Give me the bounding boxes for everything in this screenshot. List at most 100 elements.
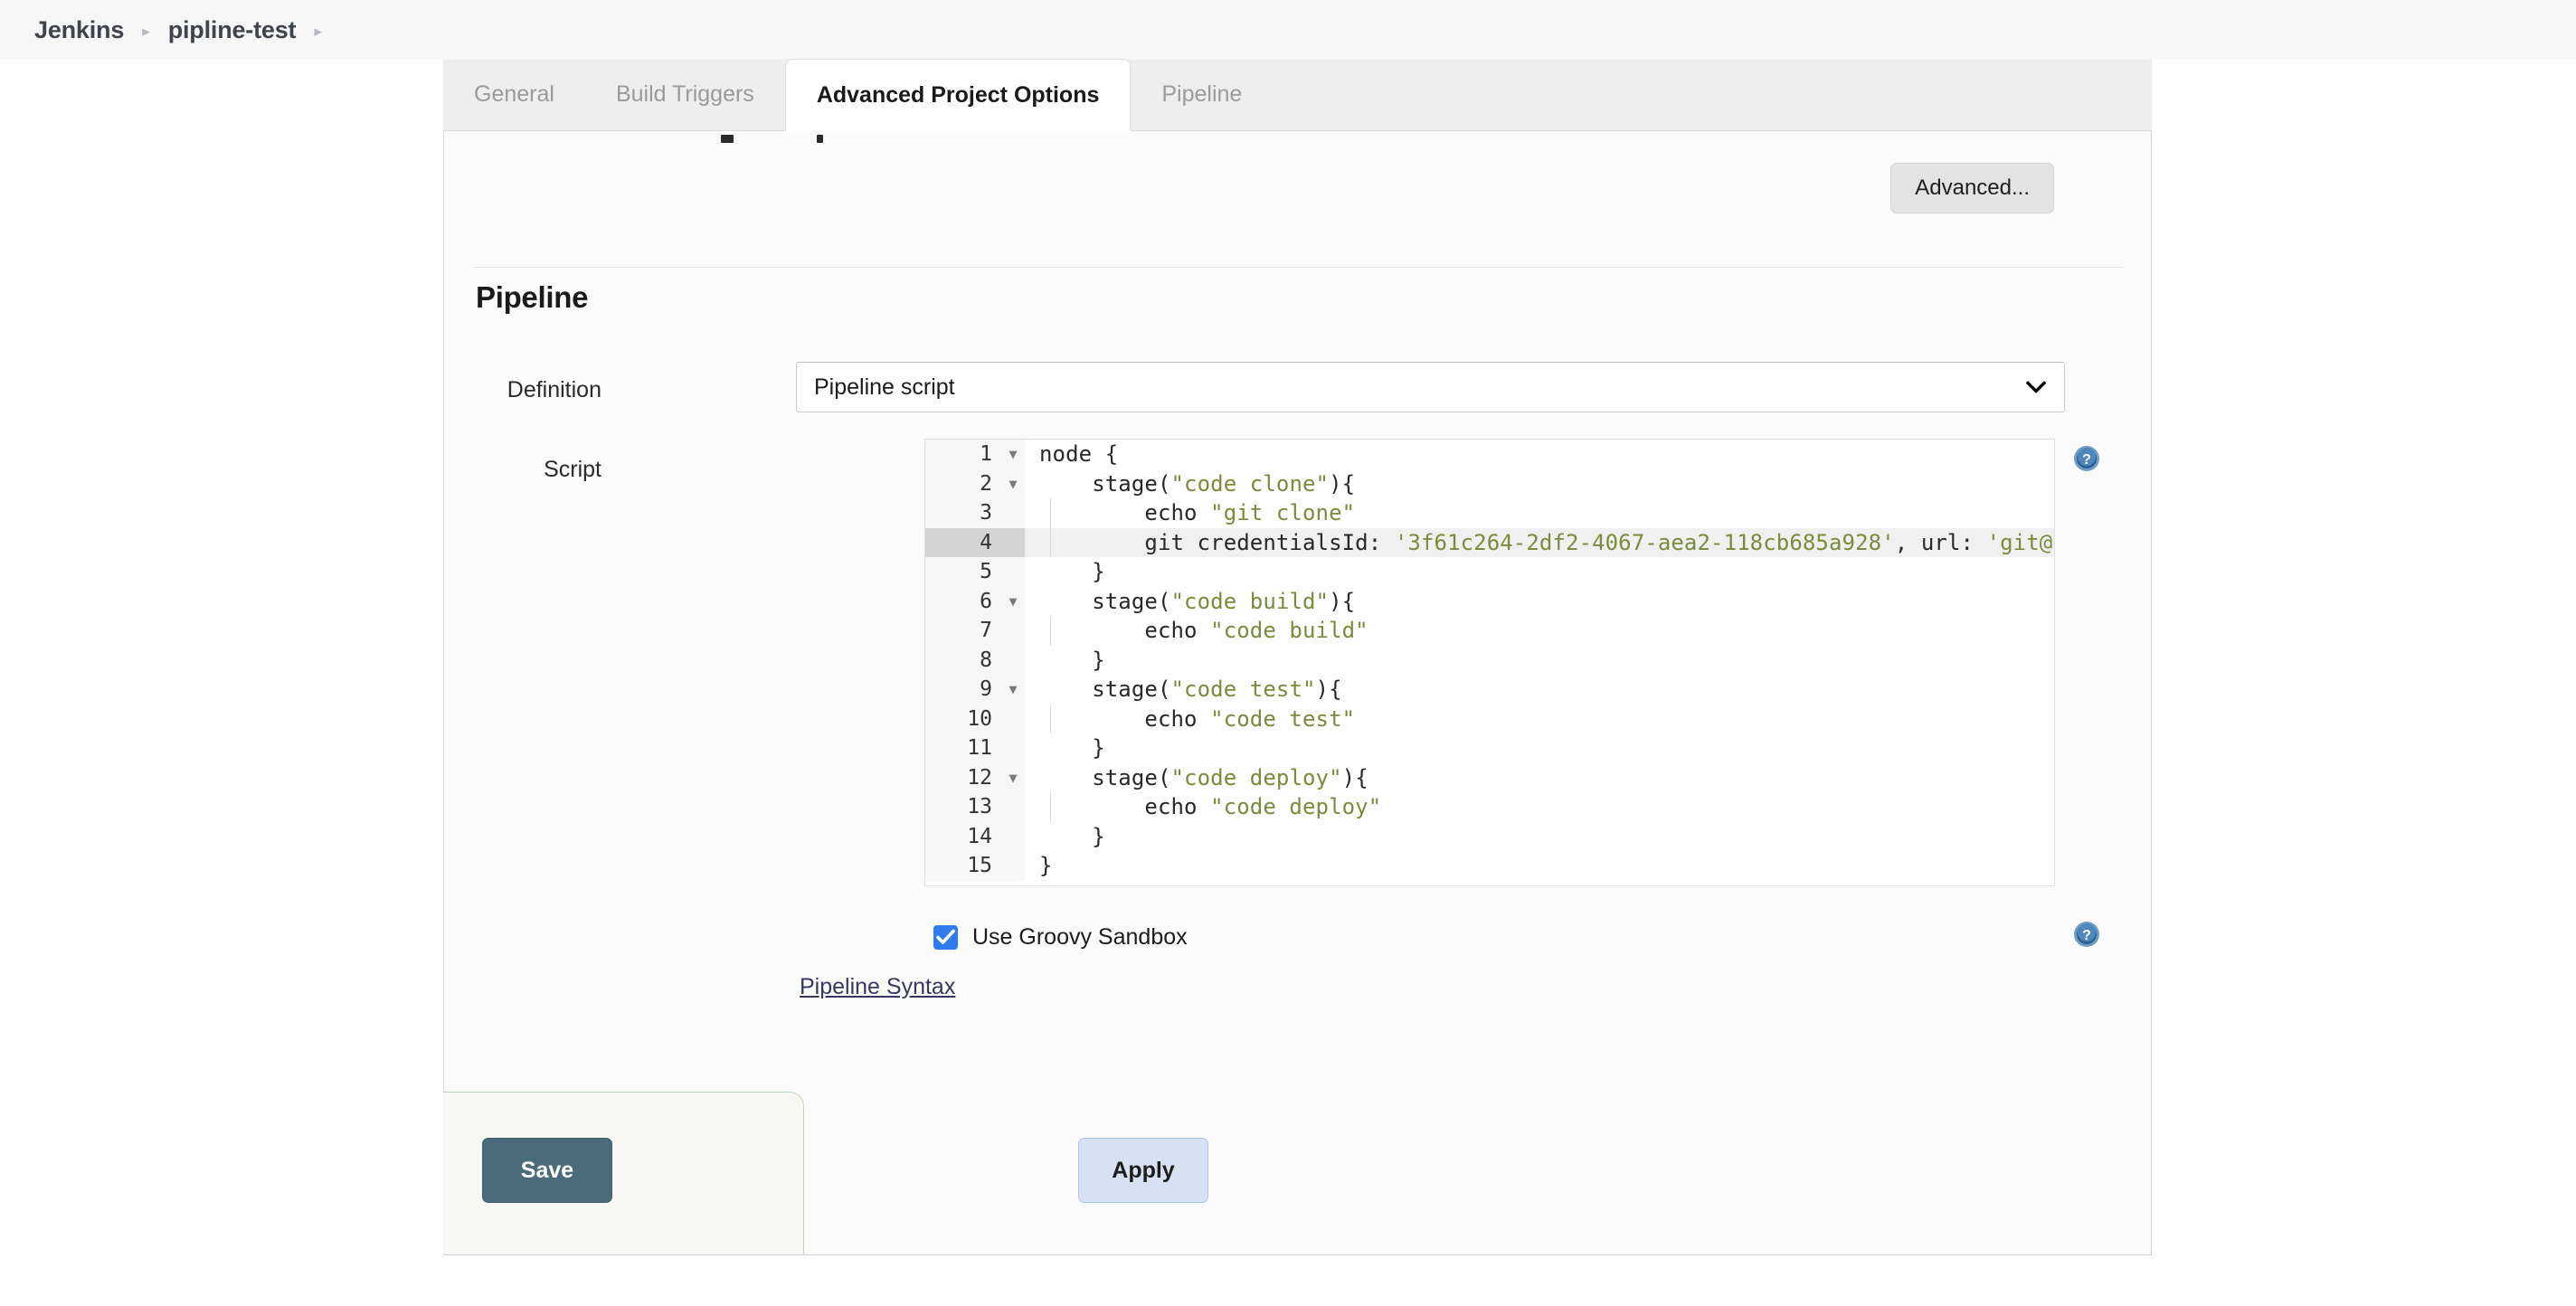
code-text: git credentialsId: '3f61c264-2df2-4067-a… [1025,527,2054,557]
tab-advanced-project-options[interactable]: Advanced Project Options [784,59,1132,131]
fold-toggle-icon[interactable]: ▼ [1001,440,1025,469]
fold-toggle-icon[interactable]: ▼ [1001,675,1025,705]
sandbox-row: Use Groovy Sandbox [933,924,1188,951]
svg-text:?: ? [2082,928,2091,943]
definition-label: Definition [507,377,601,402]
line-number: 10 [925,704,1001,733]
code-token: } [1039,853,1053,879]
line-number: 11 [925,733,1001,763]
use-groovy-sandbox-checkbox[interactable] [933,925,958,950]
section-divider [473,267,2124,268]
code-line: 6 ▼ stage("code build"){ [925,586,2054,616]
help-icon[interactable]: ? [2073,921,2100,948]
clipped-text-fragment [817,135,823,143]
fold-toggle-icon[interactable]: ▼ [1001,468,1025,498]
advanced-button-row: Advanced... [443,163,2152,226]
code-text: stage("code test"){ [1025,675,2054,705]
line-number: 13 [925,792,1001,822]
code-line: 5 } [925,557,2054,587]
code-token: echo [1039,705,1211,732]
code-line: 13 echo "code deploy" [925,792,2054,822]
code-string-token: 'git@192 [1986,529,2054,555]
code-string-token: "git clone" [1210,500,1356,526]
code-string-token: "code test" [1170,677,1316,703]
tab-build-triggers[interactable]: Build Triggers [585,59,785,130]
tab-pipeline[interactable]: Pipeline [1131,59,1273,130]
line-number: 5 [925,557,1001,587]
code-token: node { [1039,441,1119,468]
script-code-editor[interactable]: 1 ▼ node {2 ▼ stage("code clone"){3 echo "g… [924,439,2055,886]
line-number: 8 [925,645,1001,675]
code-text: echo "code deploy" [1025,792,2054,822]
check-icon [936,929,955,944]
breadcrumb-item-jenkins[interactable]: Jenkins [34,16,124,44]
code-text: node { [1025,440,2054,469]
code-line: 15} [925,851,2054,881]
fold-spacer [1001,851,1025,881]
code-string-token: "code build" [1170,588,1330,614]
code-token: stage( [1039,470,1171,497]
line-number: 3 [925,498,1001,528]
fold-spacer [1001,733,1025,763]
use-groovy-sandbox-label: Use Groovy Sandbox [972,924,1188,950]
code-text: } [1025,822,2054,852]
fold-spacer [1001,498,1025,528]
code-string-token: "code clone" [1170,470,1330,497]
fold-spacer [1001,557,1025,587]
line-number: 12 [925,762,1001,792]
code-text: echo "git clone" [1025,498,2054,528]
code-token: stage( [1039,677,1171,703]
code-token: , url: [1894,529,1987,555]
line-number: 2 [925,468,1001,498]
code-line: 14 } [925,821,2054,852]
definition-select[interactable]: Pipeline script [796,362,2065,412]
line-number: 15 [925,851,1001,881]
fold-toggle-icon[interactable]: ▼ [1001,586,1025,616]
chevron-right-icon: ▸ [142,22,150,40]
code-line: 1 ▼ node { [925,440,2054,469]
code-text: echo "code test" [1025,705,2054,734]
code-text: echo "code build" [1025,616,2054,646]
breadcrumb-item-project[interactable]: pipline-test [168,16,297,44]
save-bar: Save Apply [443,1092,1208,1254]
code-text: } [1025,733,2054,763]
code-token: ){ [1315,677,1342,703]
apply-button[interactable]: Apply [1078,1138,1208,1203]
code-token: ){ [1329,588,1356,614]
line-number: 7 [925,616,1001,646]
code-line: 7 echo "code build" [925,616,2054,646]
save-button[interactable]: Save [482,1138,612,1203]
advanced-button[interactable]: Advanced... [1890,163,2054,213]
line-number: 14 [925,821,1001,851]
code-token: echo [1039,794,1211,820]
svg-text:?: ? [2082,452,2091,468]
fold-spacer [1001,527,1025,557]
code-token: } [1039,823,1105,849]
help-icon[interactable]: ? [2073,445,2100,472]
line-number: 6 [925,586,1001,616]
indent-guide [1050,792,1051,822]
line-number: 9 [925,675,1001,705]
clipped-text-fragment [721,135,734,143]
chevron-down-icon [2026,381,2046,393]
chevron-right-icon: ▸ [314,22,322,40]
code-token: echo [1039,618,1211,644]
code-line: 12 ▼ stage("code deploy"){ [925,762,2054,793]
code-string-token: "code test" [1210,705,1356,732]
code-token: stage( [1039,764,1171,790]
pipeline-section-heading: Pipeline [476,280,589,314]
code-text: stage("code clone"){ [1025,469,2054,499]
fold-spacer [1001,616,1025,646]
code-token: ){ [1329,470,1356,497]
line-number: 4 [925,527,1001,557]
code-text: stage("code deploy"){ [1025,763,2054,793]
indent-guide [1050,616,1051,646]
indent-guide [1050,498,1051,528]
fold-toggle-icon[interactable]: ▼ [1001,762,1025,792]
code-token: } [1039,735,1105,762]
tab-general[interactable]: General [443,59,585,130]
pipeline-syntax-link[interactable]: Pipeline Syntax [800,974,955,1000]
code-line: 4 git credentialsId: '3f61c264-2df2-4067… [925,527,2054,557]
code-text: } [1025,851,2054,881]
code-string-token: "code build" [1210,618,1368,644]
